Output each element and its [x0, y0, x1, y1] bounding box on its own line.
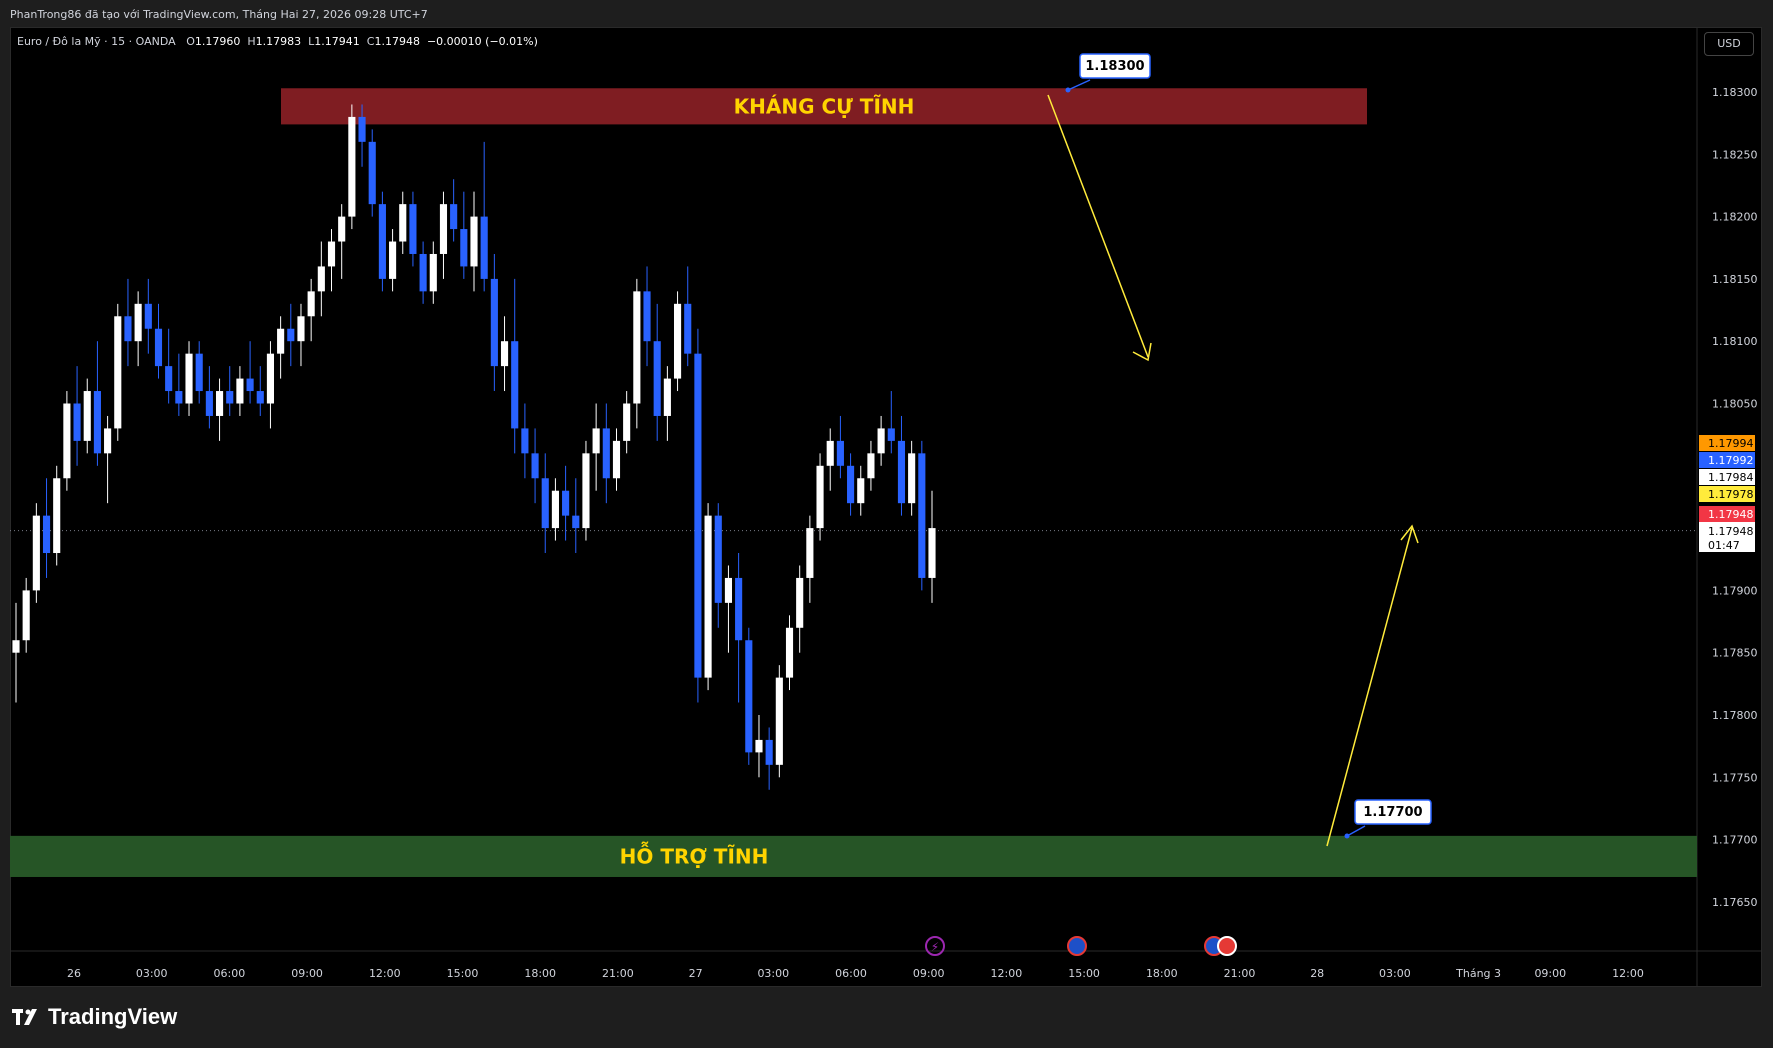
ohlc-legend: Euro / Đô la Mỹ · 15 · OANDA O1.17960 H1…: [17, 35, 538, 48]
legend-change: −0.00010 (−0.01%): [426, 35, 538, 48]
footer: [0, 988, 1773, 1048]
legend-symbol: Euro / Đô la Mỹ · 15 · OANDA: [17, 35, 176, 48]
legend-close: 1.17948: [374, 35, 420, 48]
publisher-line: PhanTrong86 đã tạo với TradingView.com, …: [10, 8, 428, 21]
legend-high: 1.17983: [255, 35, 302, 48]
tradingview-logo[interactable]: TradingView: [12, 1004, 177, 1030]
legend-h-label: H: [247, 35, 256, 48]
chart-frame[interactable]: [10, 27, 1762, 987]
currency-button[interactable]: USD: [1704, 32, 1754, 56]
legend-o-label: O: [186, 35, 195, 48]
top-bar: PhanTrong86 đã tạo với TradingView.com, …: [0, 0, 1773, 27]
tradingview-brand: TradingView: [48, 1004, 178, 1029]
legend-low: 1.17941: [314, 35, 360, 48]
legend-open: 1.17960: [194, 35, 241, 48]
tradingview-logo-icon: [12, 1009, 37, 1025]
